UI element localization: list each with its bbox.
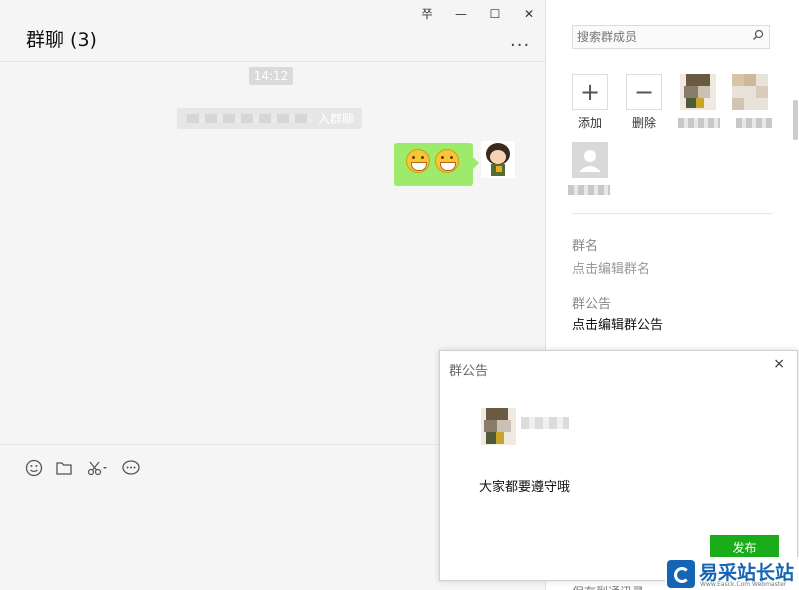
member-avatar[interactable] <box>680 74 716 110</box>
pin-button[interactable]: 쭈 <box>416 5 438 23</box>
group-name-label: 群名 <box>572 239 599 254</box>
watermark-subtext: Www.Easck.Com Webmaster <box>700 581 787 588</box>
chat-title: 群聊 (3) <box>26 29 97 51</box>
grin-emoji-icon <box>435 149 459 173</box>
minimize-button[interactable]: — <box>450 5 472 23</box>
blurred-member-name <box>678 118 720 128</box>
my-avatar[interactable] <box>481 141 515 178</box>
folder-icon[interactable] <box>54 459 74 477</box>
maximize-button[interactable]: ☐ <box>484 5 506 23</box>
blurred-member-name <box>736 118 772 128</box>
system-message: 入群聊 <box>177 108 362 129</box>
system-message-text: 入群聊 <box>317 112 354 126</box>
group-name-field[interactable]: 点击编辑群名 <box>572 258 650 277</box>
chat-bubble-icon[interactable] <box>121 459 141 477</box>
close-button[interactable]: ✕ <box>518 5 540 23</box>
grin-emoji-icon <box>406 149 430 173</box>
message-timestamp: 14:12 <box>249 67 293 85</box>
message-bubble[interactable] <box>394 143 479 186</box>
member-search[interactable] <box>572 25 770 49</box>
section-divider <box>572 213 773 214</box>
site-logo-icon <box>667 560 695 588</box>
scrollbar[interactable] <box>793 100 798 140</box>
search-icon[interactable] <box>752 29 764 44</box>
close-icon[interactable]: × <box>773 356 785 372</box>
member-avatar[interactable] <box>732 74 768 110</box>
blurred-author-name <box>521 417 569 429</box>
save-to-contacts-label: 保存到通讯录 <box>572 583 644 590</box>
chat-header: 群聊 (3) 쭈 — ☐ ✕ ... <box>0 0 545 62</box>
site-watermark: 易采站长站 Www.Easck.Com Webmaster <box>665 557 799 590</box>
group-notice-label: 群公告 <box>572 297 612 312</box>
publish-button[interactable]: 发布 <box>710 535 779 557</box>
more-options-button[interactable]: ... <box>510 30 530 51</box>
add-member-button[interactable]: + <box>572 74 608 110</box>
emoji-icon[interactable] <box>24 459 44 477</box>
remove-member-button[interactable]: − <box>626 74 662 110</box>
group-notice-dialog: 群公告 × 大家都要遵守哦 发布 <box>439 350 798 581</box>
add-member-label: 添加 <box>578 116 603 130</box>
notice-text[interactable]: 大家都要遵守哦 <box>479 476 570 495</box>
scissors-icon[interactable] <box>86 459 110 477</box>
blurred-member-name <box>568 185 610 195</box>
remove-member-label: 删除 <box>632 116 657 130</box>
group-notice-field[interactable]: 点击编辑群公告 <box>572 314 663 333</box>
blurred-name <box>187 114 312 123</box>
author-avatar <box>481 408 516 445</box>
member-search-input[interactable] <box>573 26 743 48</box>
member-avatar[interactable] <box>572 142 608 178</box>
dialog-title: 群公告 <box>449 364 489 379</box>
